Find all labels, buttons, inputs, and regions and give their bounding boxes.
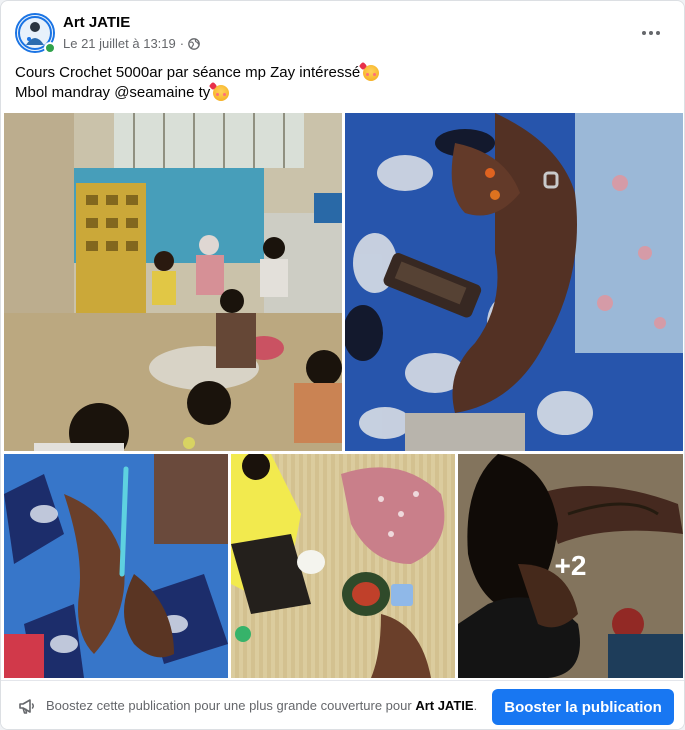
boost-footer: Boostez cette publication pour une plus … [1,680,684,729]
post-text-line-1: Cours Crochet 5000ar par séance mp Zay i… [15,63,670,83]
more-photos-overlay[interactable]: +2 [458,454,683,678]
post-photo-1[interactable] [4,113,342,451]
more-photos-count: +2 [554,550,587,581]
online-status-dot [44,42,56,54]
dot-icon [649,31,653,35]
smiling-face-with-hearts-icon [363,65,380,81]
megaphone-icon [19,699,34,714]
post-text-content-1: Cours Crochet 5000ar par séance mp Zay i… [15,64,361,81]
post-timestamp[interactable]: Le 21 juillet à 13:19 [63,36,176,51]
post-photo-5-more[interactable]: +2 [458,454,683,678]
post-photo-2[interactable] [345,113,683,451]
boost-prompt-suffix: . [473,698,478,713]
post-text: Cours Crochet 5000ar par séance mp Zay i… [15,63,670,103]
boost-page-name: Art JATIE [415,698,474,713]
author-name[interactable]: Art JATIE [63,14,130,31]
meta-separator: · [179,36,185,51]
more-options-button[interactable] [636,19,666,47]
smiling-face-with-hearts-icon [213,85,230,101]
post-photo-4[interactable] [231,454,455,678]
boost-post-button[interactable]: Booster la publication [492,689,674,725]
post-card: Art JATIE Le 21 juillet à 13:19 · Cours … [0,0,685,730]
dot-icon [642,31,646,35]
dot-icon [656,31,660,35]
boost-prompt-text: Boostez cette publication pour une plus … [46,698,412,713]
post-header: Art JATIE Le 21 juillet à 13:19 · [15,13,670,57]
post-text-line-2: Mbol mandray @seamaine ty [15,83,670,103]
globe-icon[interactable] [188,37,200,50]
post-meta: Le 21 juillet à 13:19 · [63,36,200,51]
post-text-content-2: Mbol mandray @seamaine ty [15,84,211,101]
post-photo-3[interactable] [4,454,228,678]
boost-prompt: Boostez cette publication pour une plus … [46,698,477,713]
author-avatar[interactable] [15,13,56,54]
